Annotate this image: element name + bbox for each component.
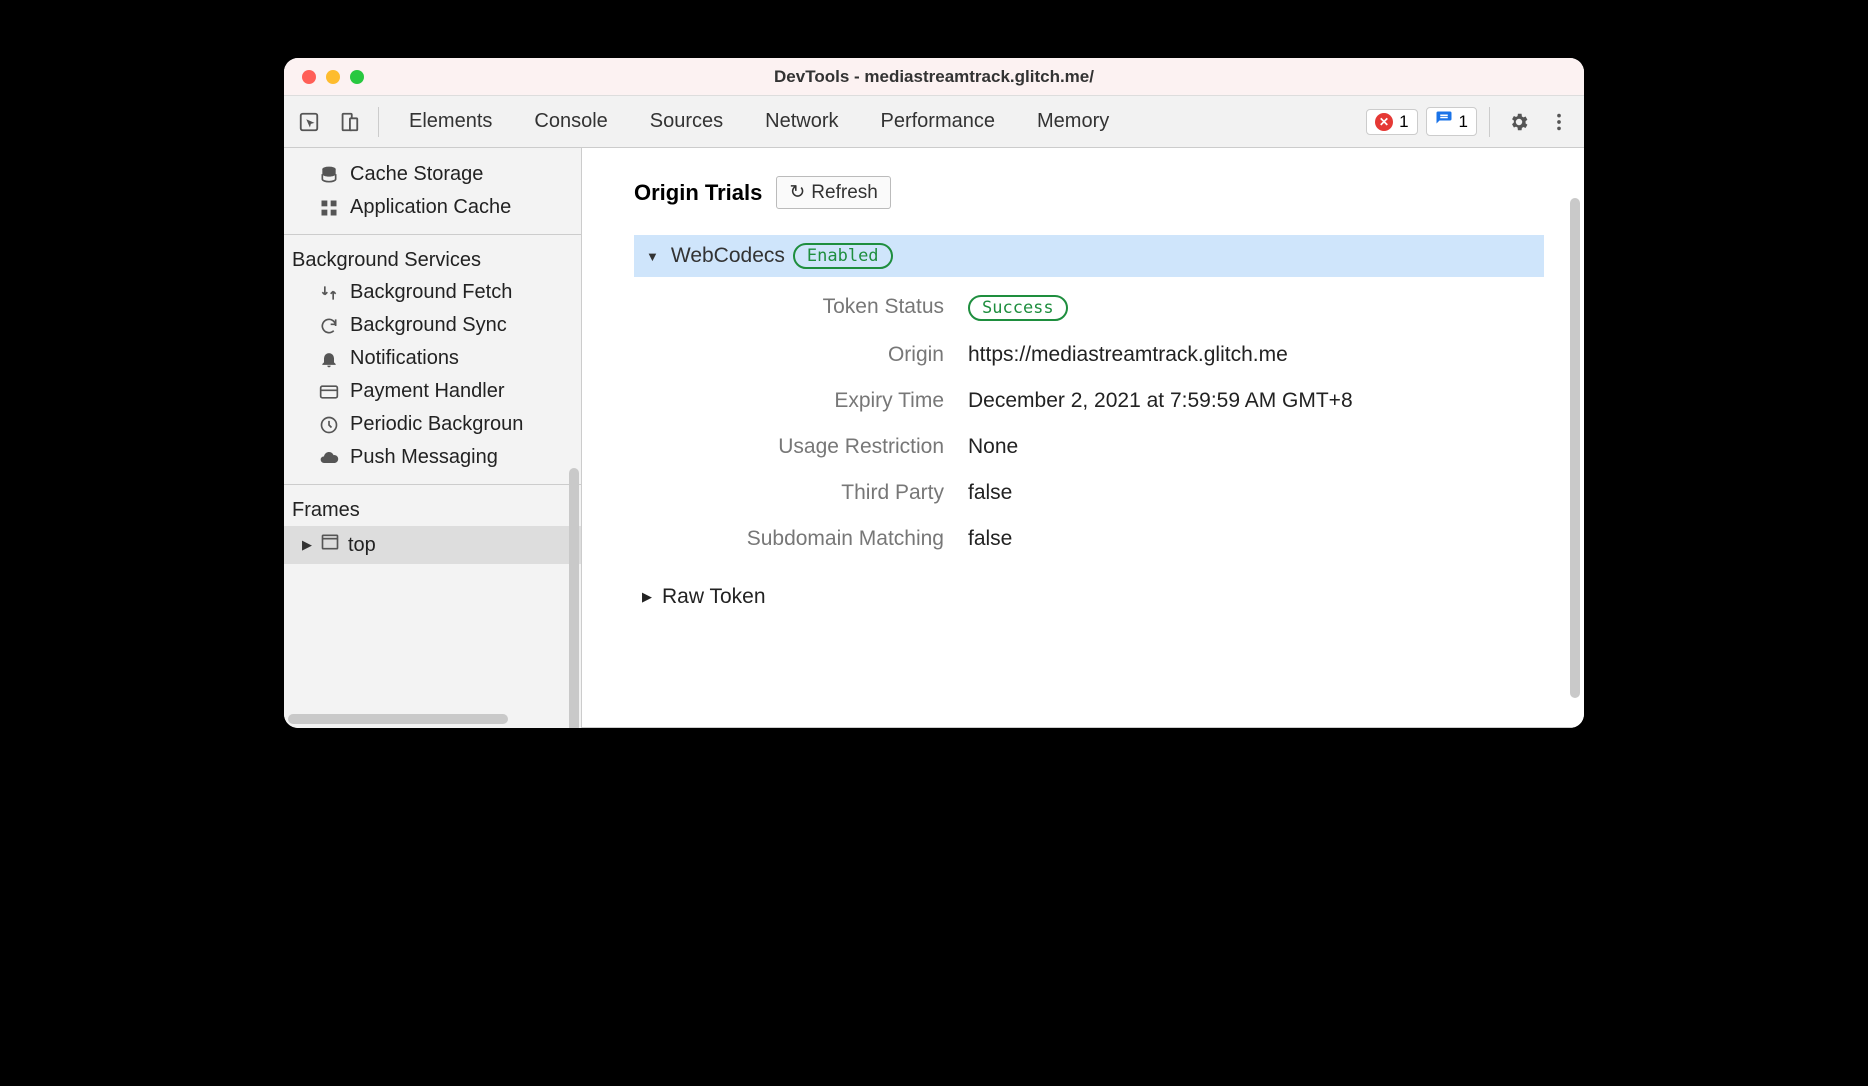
settings-icon[interactable] [1502,105,1536,139]
token-status-value: Success [968,295,1544,321]
token-status-label: Token Status [644,295,944,321]
sidebar-scrollbar-vertical[interactable] [569,468,579,728]
clock-icon [318,415,340,435]
sidebar-item-label: Application Cache [350,196,511,219]
sidebar-item-periodic-background[interactable]: Periodic Backgroun [284,408,581,441]
refresh-label: Refresh [811,182,878,204]
sidebar-item-notifications[interactable]: Notifications [284,342,581,375]
origin-label: Origin [644,343,944,367]
sync-icon [318,316,340,336]
error-count: 1 [1399,112,1408,132]
titlebar: DevTools - mediastreamtrack.glitch.me/ [284,58,1584,96]
background-services-section: Background Services Background Fetch Bac… [284,235,581,485]
section-title: Origin Trials [634,180,762,206]
chevron-right-icon: ▶ [302,537,312,553]
origin-trials-header: Origin Trials ↻ Refresh [634,176,1544,209]
frame-top[interactable]: ▶ top [284,526,581,564]
tab-console[interactable]: Console [516,96,625,147]
minimize-window-button[interactable] [326,70,340,84]
third-party-value: false [968,481,1544,505]
tab-elements[interactable]: Elements [391,96,510,147]
cache-section: Cache Storage Application Cache [284,148,581,235]
sidebar-item-label: Notifications [350,347,459,370]
divider [582,727,1584,728]
subdomain-value: false [968,527,1544,551]
usage-value: None [968,435,1544,459]
fullscreen-window-button[interactable] [350,70,364,84]
sidebar-item-label: Background Sync [350,314,507,337]
frames-heading: Frames [284,495,581,526]
body: Cache Storage Application Cache Backgrou… [284,148,1584,728]
usage-label: Usage Restriction [644,435,944,459]
sidebar: Cache Storage Application Cache Backgrou… [284,148,582,728]
inspect-element-icon[interactable] [292,105,326,139]
close-window-button[interactable] [302,70,316,84]
database-icon [318,165,340,185]
expiry-value: December 2, 2021 at 7:59:59 AM GMT+8 [968,389,1544,413]
expiry-label: Expiry Time [644,389,944,413]
device-toolbar-icon[interactable] [332,105,366,139]
card-icon [318,382,340,402]
issues-badge[interactable]: 1 [1426,107,1477,136]
more-icon[interactable] [1542,105,1576,139]
frames-section: Frames ▶ top [284,485,581,574]
sidebar-item-label: Cache Storage [350,163,483,186]
status-badges: ✕ 1 1 [1366,107,1477,136]
traffic-lights [284,70,364,84]
trial-name: WebCodecs [671,244,785,268]
tab-performance[interactable]: Performance [863,96,1014,147]
sidebar-item-label: Background Fetch [350,281,512,304]
raw-token-label: Raw Token [662,585,766,609]
issue-icon [1435,110,1453,133]
separator [1489,107,1490,137]
cloud-icon [318,448,340,468]
sidebar-item-cache-storage[interactable]: Cache Storage [284,158,581,191]
sidebar-item-label: Push Messaging [350,446,498,469]
main-scrollbar-vertical[interactable] [1570,198,1580,698]
devtools-window: DevTools - mediastreamtrack.glitch.me/ E… [284,58,1584,728]
tab-network[interactable]: Network [747,96,856,147]
tab-memory[interactable]: Memory [1019,96,1127,147]
fetch-icon [318,283,340,303]
sidebar-scrollbar-horizontal[interactable] [288,714,508,724]
tab-sources[interactable]: Sources [632,96,741,147]
refresh-button[interactable]: ↻ Refresh [776,176,890,209]
origin-value: https://mediastreamtrack.glitch.me [968,343,1544,367]
sidebar-item-application-cache[interactable]: Application Cache [284,191,581,224]
chevron-down-icon: ▼ [646,249,659,264]
refresh-icon: ↻ [789,181,805,204]
error-icon: ✕ [1375,113,1393,131]
sidebar-item-payment-handler[interactable]: Payment Handler [284,375,581,408]
sidebar-item-label: Payment Handler [350,380,505,403]
chevron-right-icon: ▶ [642,589,652,605]
window-title: DevTools - mediastreamtrack.glitch.me/ [284,67,1584,87]
frame-icon [320,532,340,558]
sidebar-item-label: Periodic Backgroun [350,413,523,436]
bell-icon [318,349,340,369]
errors-badge[interactable]: ✕ 1 [1366,109,1417,135]
sidebar-item-background-sync[interactable]: Background Sync [284,309,581,342]
trial-row-webcodecs[interactable]: ▼ WebCodecs Enabled [634,235,1544,277]
trial-status-badge: Enabled [793,243,893,269]
raw-token-toggle[interactable]: ▶ Raw Token [642,585,1544,609]
issue-count: 1 [1459,112,1468,132]
third-party-label: Third Party [644,481,944,505]
grid-icon [318,198,340,218]
tabstrip: Elements Console Sources Network Perform… [284,96,1584,148]
sidebar-item-background-fetch[interactable]: Background Fetch [284,276,581,309]
subdomain-label: Subdomain Matching [644,527,944,551]
background-services-heading: Background Services [284,245,581,276]
sidebar-item-push-messaging[interactable]: Push Messaging [284,441,581,474]
separator [378,107,379,137]
trial-details: Token Status Success Origin https://medi… [644,295,1544,551]
main-panel: Origin Trials ↻ Refresh ▼ WebCodecs Enab… [582,148,1584,728]
token-status-badge: Success [968,295,1068,321]
frame-label: top [348,534,376,557]
